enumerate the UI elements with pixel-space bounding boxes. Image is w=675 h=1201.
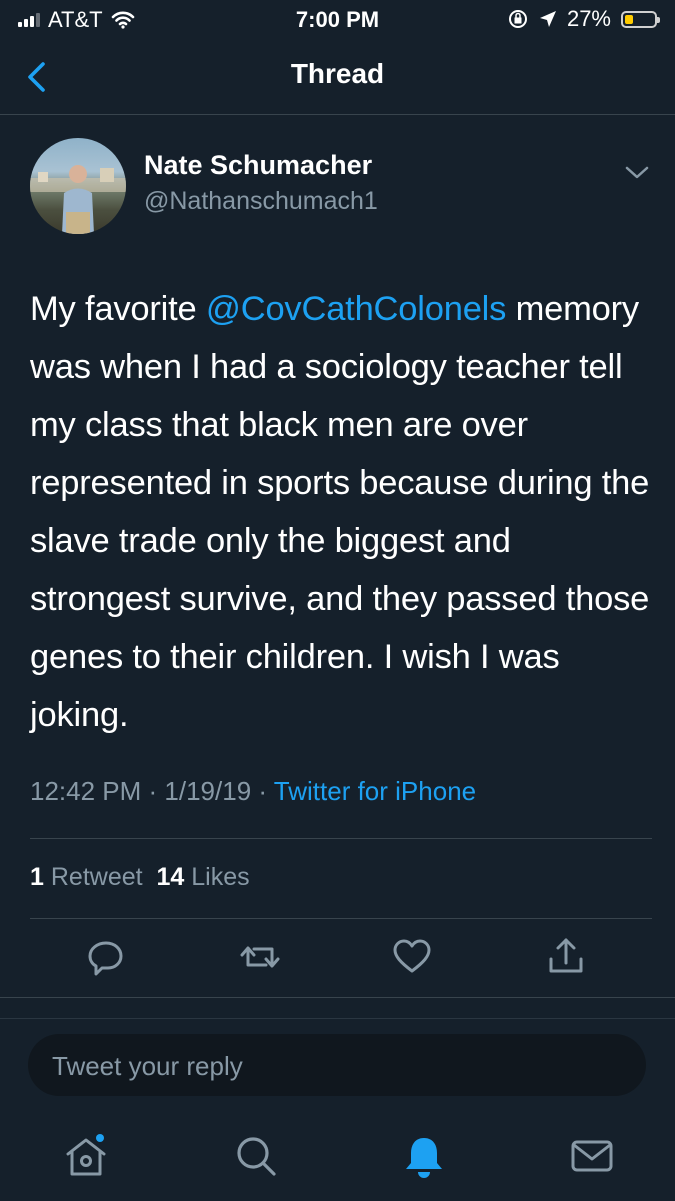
divider [0, 997, 675, 998]
chevron-down-icon[interactable] [622, 160, 652, 184]
like-label: Likes [191, 863, 250, 891]
tweet-text: My favorite @CovCathColonels memory was … [30, 280, 650, 744]
battery-percent: 27% [566, 6, 611, 31]
divider [30, 918, 652, 919]
status-bar: AT&T 7:00 PM 27% [0, 0, 675, 40]
home-icon[interactable] [62, 1132, 110, 1180]
tweet-actions [0, 935, 675, 985]
like-icon[interactable] [392, 935, 432, 979]
status-right: 27% [507, 6, 660, 32]
page-title: Thread [290, 58, 385, 89]
tweet-meta: 12:42 PM · 1/19/19 · Twitter for iPhone [30, 776, 477, 806]
author-handle[interactable]: @Nathanschumach1 [144, 187, 378, 216]
orientation-lock-icon [508, 10, 527, 28]
like-stat[interactable]: 14 Likes [156, 863, 249, 891]
avatar[interactable] [30, 138, 126, 234]
battery-icon [621, 10, 660, 28]
retweet-label: Retweet [50, 863, 143, 891]
tweet-date: 1/19/19 [164, 776, 252, 806]
retweet-icon[interactable] [240, 935, 280, 979]
tweet-text-rest: memory was when I had a sociology teache… [30, 290, 650, 734]
tweet-source-link[interactable]: Twitter for iPhone [274, 776, 476, 806]
tweet-text-start: My favorite [30, 290, 206, 328]
reply-icon[interactable] [86, 935, 126, 979]
tweet-time: 12:42 PM [30, 776, 142, 806]
search-icon[interactable] [232, 1132, 280, 1180]
author-name[interactable]: Nate Schumacher [144, 150, 372, 181]
retweet-count: 1 [30, 863, 44, 891]
reply-placeholder: Tweet your reply [52, 1051, 243, 1081]
retweet-stat[interactable]: 1 Retweet [30, 863, 143, 891]
reply-input[interactable]: Tweet your reply [28, 1034, 646, 1096]
like-count: 14 [156, 863, 185, 891]
tweet-stats: 1 Retweet 14 Likes [30, 863, 250, 892]
location-icon [539, 11, 556, 27]
messages-icon[interactable] [568, 1132, 616, 1180]
share-icon[interactable] [546, 935, 586, 979]
notifications-icon[interactable] [400, 1132, 448, 1180]
nav-bar: Thread [0, 40, 675, 115]
mention-link[interactable]: @CovCathColonels [206, 290, 506, 328]
divider [30, 838, 652, 839]
